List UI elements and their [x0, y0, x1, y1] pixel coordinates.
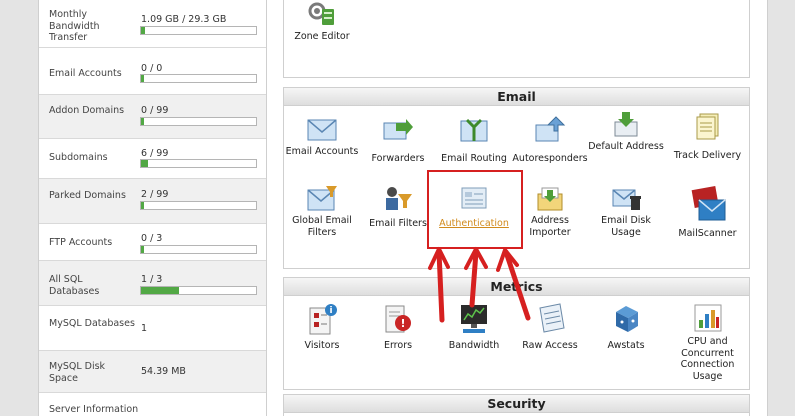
arrow-line-center [469, 249, 479, 308]
arrow-line-left [436, 249, 445, 323]
annotation-arrows [428, 247, 531, 323]
